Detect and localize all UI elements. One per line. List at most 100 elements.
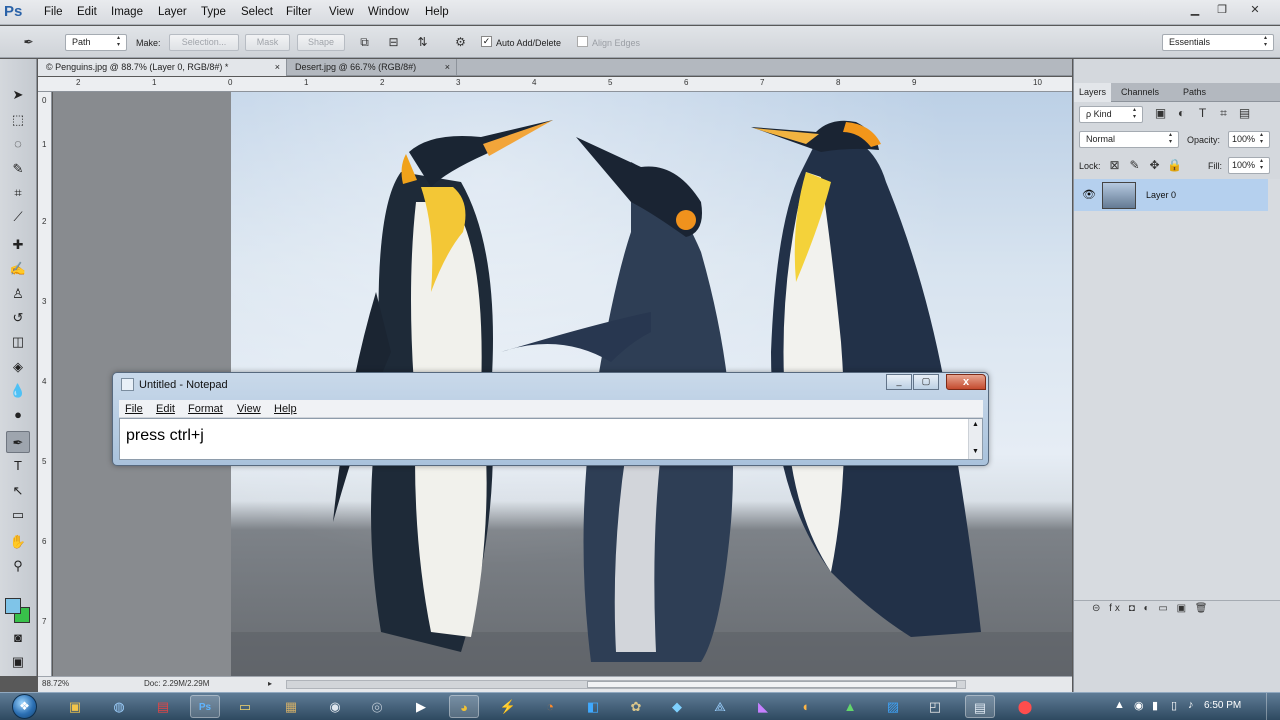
- make-selection-button[interactable]: Selection...: [169, 34, 239, 51]
- blend-mode-select[interactable]: Normal: [1079, 131, 1179, 148]
- paint-bucket-tool-icon[interactable]: ◈: [6, 356, 30, 378]
- auto-add-delete-checkbox[interactable]: ✓: [481, 36, 492, 47]
- pen-tool-icon[interactable]: ✒: [20, 34, 37, 51]
- workspace-select[interactable]: Essentials: [1162, 34, 1274, 51]
- volume-icon[interactable]: ♪: [1188, 699, 1194, 711]
- menu-select[interactable]: Select: [241, 6, 273, 18]
- notepad-minimize-button[interactable]: _: [886, 374, 912, 390]
- pixel-filter-icon[interactable]: ▣: [1152, 105, 1169, 122]
- scroll-down-icon[interactable]: ▼: [972, 448, 979, 455]
- notepad-menu-view[interactable]: View: [237, 403, 261, 415]
- taskbar-chrome-icon[interactable]: ◕: [449, 695, 479, 718]
- path-selection-tool-icon[interactable]: ↖: [6, 480, 30, 502]
- taskbar-visual-studio-icon[interactable]: ◣: [748, 695, 778, 718]
- type-tool-icon[interactable]: T: [6, 455, 30, 477]
- layer-name[interactable]: Layer 0: [1146, 190, 1176, 200]
- menu-layer[interactable]: Layer: [158, 6, 187, 18]
- path-mode-select[interactable]: Path: [65, 34, 127, 51]
- close-tab-icon[interactable]: ×: [445, 59, 450, 76]
- marquee-tool-icon[interactable]: ⬚: [6, 109, 30, 131]
- kind-filter-select[interactable]: ρ Kind: [1079, 106, 1143, 123]
- quick-selection-tool-icon[interactable]: ✎: [6, 158, 30, 180]
- close-icon[interactable]: ✕: [1243, 2, 1267, 18]
- minimize-icon[interactable]: ▁: [1183, 2, 1207, 18]
- gear-icon[interactable]: ⚙: [452, 34, 469, 51]
- taskbar-app-icon[interactable]: ◍: [104, 695, 134, 718]
- clone-stamp-tool-icon[interactable]: ♙: [6, 283, 30, 305]
- move-tool-icon[interactable]: ➤: [6, 84, 30, 106]
- make-shape-button[interactable]: Shape: [297, 34, 345, 51]
- taskbar-app-icon[interactable]: ◧: [578, 695, 608, 718]
- shape-filter-icon[interactable]: ⌗: [1215, 105, 1232, 122]
- taskbar-explorer-icon[interactable]: ▭: [230, 695, 260, 718]
- taskbar-app-icon[interactable]: ▦: [276, 695, 306, 718]
- taskbar-app-icon[interactable]: ⚡: [493, 695, 523, 718]
- notepad-close-button[interactable]: x: [946, 374, 986, 390]
- menu-help[interactable]: Help: [425, 6, 449, 18]
- battery-icon[interactable]: ▯: [1171, 699, 1177, 712]
- taskbar-app-icon[interactable]: ⟁: [705, 695, 735, 718]
- align-edges-checkbox[interactable]: [577, 36, 588, 47]
- dodge-tool-icon[interactable]: ●: [6, 404, 30, 426]
- taskbar-app-icon[interactable]: ◉: [320, 695, 350, 718]
- start-button[interactable]: ❖: [8, 693, 44, 720]
- taskbar-app-icon[interactable]: ◰: [920, 695, 950, 718]
- path-operations-icon[interactable]: ⧉: [356, 34, 373, 51]
- shape-tool-icon[interactable]: ▭: [6, 504, 30, 526]
- smart-object-filter-icon[interactable]: ▤: [1236, 105, 1253, 122]
- make-mask-button[interactable]: Mask: [245, 34, 290, 51]
- menu-filter[interactable]: Filter: [286, 6, 312, 18]
- scrollbar-thumb[interactable]: [587, 681, 957, 688]
- close-tab-icon[interactable]: ×: [275, 59, 280, 76]
- menu-file[interactable]: File: [44, 6, 63, 18]
- opacity-input[interactable]: 100%: [1228, 131, 1270, 148]
- notepad-menu-file[interactable]: File: [125, 403, 143, 415]
- notepad-menu-help[interactable]: Help: [274, 403, 297, 415]
- eraser-tool-icon[interactable]: ◫: [6, 331, 30, 353]
- notepad-menu-format[interactable]: Format: [188, 403, 223, 415]
- show-desktop-button[interactable]: [1266, 693, 1280, 720]
- taskbar-media-icon[interactable]: ▶: [406, 695, 436, 718]
- tab-channels[interactable]: Channels: [1116, 83, 1164, 102]
- path-alignment-icon[interactable]: ⊟: [385, 34, 402, 51]
- lock-position-icon[interactable]: ✥: [1146, 157, 1163, 174]
- taskbar-photoshop-icon[interactable]: Ps: [190, 695, 220, 718]
- scroll-up-icon[interactable]: ▲: [972, 421, 979, 428]
- notepad-menu-edit[interactable]: Edit: [156, 403, 175, 415]
- type-filter-icon[interactable]: T: [1194, 105, 1211, 122]
- restore-icon[interactable]: ❐: [1210, 2, 1234, 18]
- hand-tool-icon[interactable]: ✋: [6, 531, 30, 553]
- menu-view[interactable]: View: [329, 6, 354, 18]
- taskbar-app-icon[interactable]: ◆: [662, 695, 692, 718]
- network-icon[interactable]: ▮: [1152, 699, 1158, 712]
- history-brush-tool-icon[interactable]: ↺: [6, 307, 30, 329]
- tab-paths[interactable]: Paths: [1178, 83, 1211, 102]
- tray-expand-icon[interactable]: ▲: [1114, 699, 1125, 711]
- eye-icon[interactable]: 👁: [1082, 188, 1096, 201]
- notepad-scrollbar[interactable]: ▲ ▼: [968, 419, 982, 459]
- menu-type[interactable]: Type: [201, 6, 226, 18]
- zoom-tool-icon[interactable]: ⚲: [6, 555, 30, 577]
- taskbar-clock[interactable]: 6:50 PM: [1204, 700, 1241, 711]
- notepad-text-area[interactable]: press ctrl+j ▲ ▼: [119, 418, 983, 460]
- horizontal-scrollbar[interactable]: [286, 680, 966, 689]
- taskbar-app-icon[interactable]: ▣: [60, 695, 90, 718]
- taskbar-app-icon[interactable]: ▨: [878, 695, 908, 718]
- lock-pixels-icon[interactable]: ⊠: [1106, 157, 1123, 174]
- tab-layers[interactable]: Layers: [1074, 83, 1112, 102]
- brush-tool-icon[interactable]: ✍: [6, 258, 30, 280]
- taskbar-app-icon[interactable]: ⬤: [1010, 695, 1040, 718]
- lock-brush-icon[interactable]: ✎: [1126, 157, 1143, 174]
- path-arrangement-icon[interactable]: ⇅: [414, 34, 431, 51]
- foreground-color-swatch[interactable]: [5, 598, 21, 614]
- layer-footer-icons[interactable]: ⊝ fx ◘ ◐ ▭ ▣ 🗑: [1092, 603, 1211, 614]
- pen-tool-icon[interactable]: ✒: [6, 431, 30, 453]
- taskbar-app-icon[interactable]: ▲: [835, 695, 865, 718]
- healing-brush-tool-icon[interactable]: ✚: [6, 234, 30, 256]
- tab-penguins[interactable]: © Penguins.jpg @ 88.7% (Layer 0, RGB/8#)…: [38, 59, 287, 76]
- menu-image[interactable]: Image: [111, 6, 143, 18]
- adjustment-filter-icon[interactable]: ◐: [1173, 105, 1190, 122]
- notepad-maximize-button[interactable]: ▢: [913, 374, 939, 390]
- lasso-tool-icon[interactable]: ◌: [6, 133, 30, 155]
- taskbar-firefox-icon[interactable]: ◔: [535, 695, 565, 718]
